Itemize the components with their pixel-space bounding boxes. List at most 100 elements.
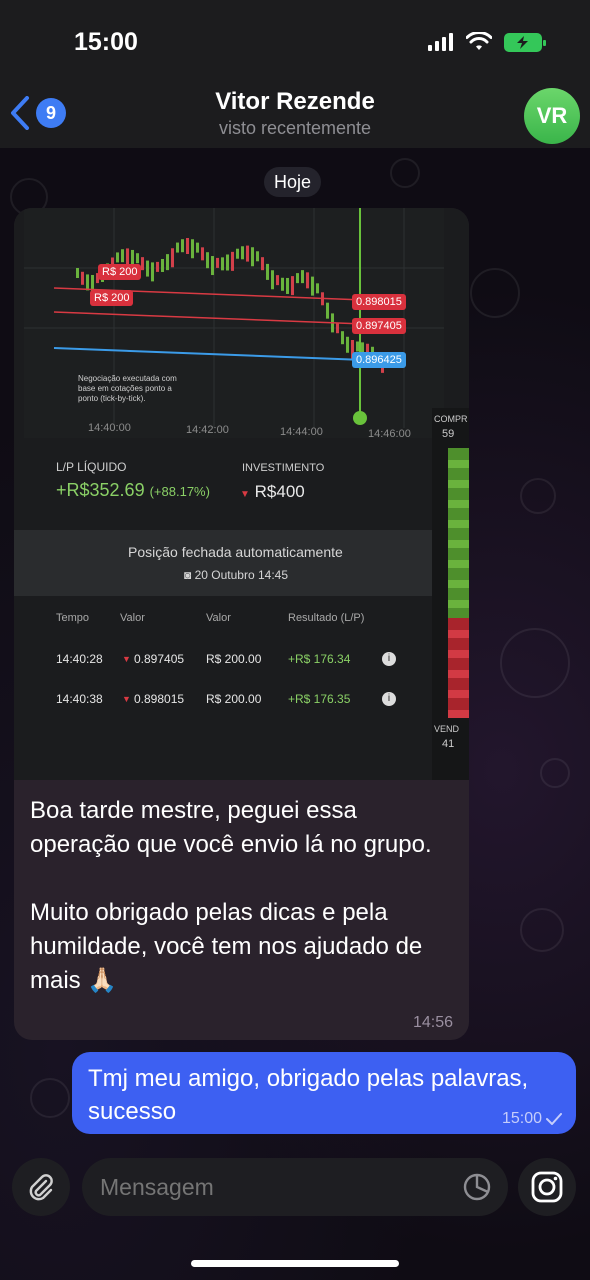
candle — [211, 256, 214, 276]
top-bar: 15:00 9 Vitor Rezende visto recentemente… — [0, 0, 590, 148]
candle — [336, 323, 339, 334]
chart-note: Negociação executada com base em cotaçõe… — [78, 374, 177, 403]
col-time: Tempo — [56, 612, 90, 624]
trade-screenshot-photo[interactable]: R$ 200 R$ 200 0.898015 0.897405 0.896425… — [14, 208, 469, 780]
candle — [176, 242, 179, 253]
avatar[interactable]: VR — [524, 88, 580, 144]
candle — [116, 252, 119, 263]
row-rate: 0.898015 — [134, 692, 185, 706]
message-input[interactable] — [82, 1158, 508, 1216]
candle — [246, 245, 249, 262]
candle — [231, 251, 234, 271]
candle — [266, 263, 269, 280]
candle — [341, 331, 344, 345]
candle — [346, 336, 349, 353]
candle — [286, 277, 289, 294]
sell-bar — [448, 618, 469, 718]
outgoing-message-time: 15:00 — [501, 1110, 542, 1127]
candle — [121, 249, 124, 263]
pl-percent: (+88.17%) — [149, 484, 210, 499]
candle — [76, 268, 79, 278]
calendar-icon: ◙ — [184, 568, 192, 582]
incoming-message-time: 14:56 — [412, 1014, 453, 1031]
candle — [241, 246, 244, 260]
closed-date-text: 20 Outubro 14:45 — [194, 568, 288, 582]
time-axis-2: 14:42:00 — [186, 424, 229, 436]
line-value-2: 0.897405 — [352, 318, 406, 334]
battery-icon — [504, 32, 546, 52]
row-amount: R$ 200.00 — [206, 652, 262, 666]
side-strip: COMPR 59 VEND 41 — [432, 408, 469, 780]
row-rate: 0.897405 — [134, 652, 185, 666]
candle — [81, 271, 84, 285]
candle — [206, 252, 209, 269]
candle — [296, 273, 299, 284]
candle — [126, 248, 129, 265]
candle — [196, 242, 199, 253]
wifi-icon — [466, 32, 492, 50]
signal-icon — [428, 33, 453, 51]
candle — [226, 254, 229, 271]
info-icon: i — [382, 692, 396, 706]
buy-bar — [448, 448, 469, 618]
pl-label: L/P LÍQUIDO — [56, 460, 127, 474]
candle — [171, 248, 174, 268]
candle — [166, 254, 169, 271]
col-result: Resultado (L/P) — [288, 612, 365, 624]
incoming-message-bubble[interactable]: R$ 200 R$ 200 0.898015 0.897405 0.896425… — [14, 208, 469, 1040]
closed-banner: Posição fechada automaticamente ◙ 20 Out… — [14, 530, 434, 596]
down-arrow-icon: ▼ — [122, 654, 131, 664]
pl-amount: +R$352.69 — [56, 480, 145, 500]
closed-title: Posição fechada automaticamente — [128, 544, 343, 560]
candle — [201, 247, 204, 261]
date-divider: Hoje — [264, 167, 322, 197]
check-icon — [546, 1113, 562, 1125]
candle — [86, 274, 89, 291]
row-time: 14:40:38 — [56, 692, 103, 706]
candle — [306, 272, 309, 289]
candle — [301, 270, 304, 284]
paperclip-icon — [29, 1174, 53, 1201]
candle — [236, 248, 239, 259]
line-value-1: 0.898015 — [352, 294, 406, 310]
row-amount: R$ 200.00 — [206, 692, 262, 706]
candle — [261, 257, 264, 271]
candle — [216, 257, 219, 268]
candle — [256, 251, 259, 262]
camera-button[interactable] — [518, 1158, 576, 1216]
info-icon: i — [382, 652, 396, 666]
candle — [221, 257, 224, 271]
price-tag-1: R$ 200 — [98, 264, 142, 280]
line-value-3: 0.896425 — [352, 352, 406, 368]
contact-name[interactable]: Vitor Rezende — [0, 88, 590, 116]
candle — [316, 283, 319, 294]
time-axis-3: 14:44:00 — [280, 426, 323, 438]
row-result: +R$ 176.35 — [288, 692, 351, 706]
price-tag-2: R$ 200 — [90, 290, 134, 306]
outgoing-message-text: Tmj meu amigo, obrigado pelas palavras, … — [88, 1065, 535, 1125]
candle — [271, 270, 274, 290]
sell-label: VEND — [434, 724, 460, 734]
candle — [151, 262, 154, 282]
instagram-camera-icon — [531, 1171, 563, 1203]
pl-value: +R$352.69 (+88.17%) — [56, 480, 210, 501]
buy-value: 59 — [442, 428, 455, 440]
outgoing-message-meta: 15:00 — [502, 1110, 562, 1128]
candle — [356, 341, 359, 352]
closed-date: ◙ 20 Outubro 14:45 — [184, 568, 288, 582]
sell-value: 41 — [442, 738, 455, 750]
row-time: 14:40:28 — [56, 652, 103, 666]
outgoing-message-bubble[interactable]: Tmj meu amigo, obrigado pelas palavras, … — [72, 1052, 576, 1134]
incoming-message-text: Boa tarde mestre, peguei essa operação q… — [30, 797, 432, 994]
candle — [181, 239, 184, 253]
candle — [251, 247, 254, 267]
sticker-icon[interactable] — [462, 1172, 492, 1202]
last-seen-status: visto recentemente — [218, 118, 372, 138]
attach-button[interactable] — [12, 1158, 70, 1216]
candle — [276, 275, 279, 286]
candle — [136, 253, 139, 264]
home-indicator — [191, 1260, 399, 1267]
candle — [156, 261, 159, 272]
down-arrow-icon: ▼ — [240, 489, 250, 500]
candle — [191, 239, 194, 259]
